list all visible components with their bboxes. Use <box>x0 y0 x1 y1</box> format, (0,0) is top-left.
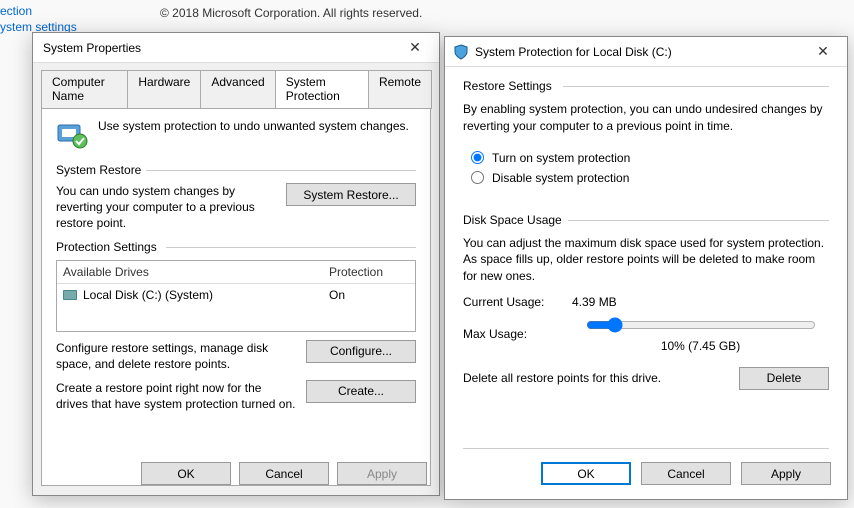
dialog-title: System Properties <box>43 41 399 55</box>
divider <box>463 448 829 449</box>
radio-turn-on[interactable]: Turn on system protection <box>471 151 829 165</box>
radio-turn-on-label: Turn on system protection <box>492 151 630 165</box>
disk-icon <box>63 290 77 300</box>
create-button[interactable]: Create... <box>306 380 416 403</box>
max-usage-label: Max Usage: <box>463 327 558 341</box>
titlebar: System Properties ✕ <box>33 33 439 63</box>
dialog-title: System Protection for Local Disk (C:) <box>475 45 807 59</box>
restore-settings-desc: By enabling system protection, you can u… <box>463 101 829 135</box>
drive-list[interactable]: Available Drives Protection Local Disk (… <box>56 260 416 332</box>
bg-link-1[interactable]: ection <box>0 4 32 18</box>
tab-system-protection[interactable]: System Protection <box>275 70 369 109</box>
cancel-button[interactable]: Cancel <box>641 462 731 485</box>
drive-row[interactable]: Local Disk (C:) (System) On <box>57 284 415 306</box>
drive-name: Local Disk (C:) (System) <box>83 288 213 302</box>
tab-remote[interactable]: Remote <box>368 70 432 109</box>
radio-disable[interactable]: Disable system protection <box>471 171 829 185</box>
radio-disable-label: Disable system protection <box>492 171 629 185</box>
group-protection-settings: Protection Settings <box>56 240 416 254</box>
section-disk-space: Disk Space Usage <box>463 213 829 227</box>
cancel-button[interactable]: Cancel <box>239 462 329 485</box>
delete-button[interactable]: Delete <box>739 367 829 390</box>
tab-strip: Computer Name Hardware Advanced System P… <box>33 63 439 108</box>
tab-panel: Use system protection to undo unwanted s… <box>41 108 431 486</box>
close-icon[interactable]: ✕ <box>399 39 431 56</box>
tab-computer-name[interactable]: Computer Name <box>41 70 128 109</box>
col-protection: Protection <box>329 265 409 279</box>
copyright-text: © 2018 Microsoft Corporation. All rights… <box>160 6 422 20</box>
shield-icon <box>453 44 469 60</box>
system-protection-icon <box>56 119 88 151</box>
section-restore-settings: Restore Settings <box>463 79 829 93</box>
col-available-drives: Available Drives <box>63 265 329 279</box>
intro-text: Use system protection to undo unwanted s… <box>98 119 409 133</box>
tab-hardware[interactable]: Hardware <box>127 70 201 109</box>
tab-advanced[interactable]: Advanced <box>200 70 275 109</box>
radio-turn-on-input[interactable] <box>471 151 484 164</box>
titlebar: System Protection for Local Disk (C:) ✕ <box>445 37 847 67</box>
disk-space-desc: You can adjust the maximum disk space us… <box>463 235 829 285</box>
current-usage-value: 4.39 MB <box>572 295 617 309</box>
max-usage-display: 10% (7.45 GB) <box>661 339 740 353</box>
apply-button[interactable]: Apply <box>741 462 831 485</box>
max-usage-slider[interactable] <box>586 317 816 333</box>
configure-desc: Configure restore settings, manage disk … <box>56 340 296 372</box>
radio-disable-input[interactable] <box>471 171 484 184</box>
group-system-restore: System Restore <box>56 163 416 177</box>
system-restore-button[interactable]: System Restore... <box>286 183 416 206</box>
drive-protection-status: On <box>329 288 409 302</box>
configure-button[interactable]: Configure... <box>306 340 416 363</box>
ok-button[interactable]: OK <box>541 462 631 485</box>
system-restore-desc: You can undo system changes by reverting… <box>56 183 276 232</box>
apply-button: Apply <box>337 462 427 485</box>
ok-button[interactable]: OK <box>141 462 231 485</box>
system-protection-settings-dialog: System Protection for Local Disk (C:) ✕ … <box>444 36 848 500</box>
current-usage-label: Current Usage: <box>463 295 558 309</box>
system-properties-dialog: System Properties ✕ Computer Name Hardwa… <box>32 32 440 496</box>
delete-desc: Delete all restore points for this drive… <box>463 371 661 385</box>
create-desc: Create a restore point right now for the… <box>56 380 296 412</box>
close-icon[interactable]: ✕ <box>807 43 839 60</box>
